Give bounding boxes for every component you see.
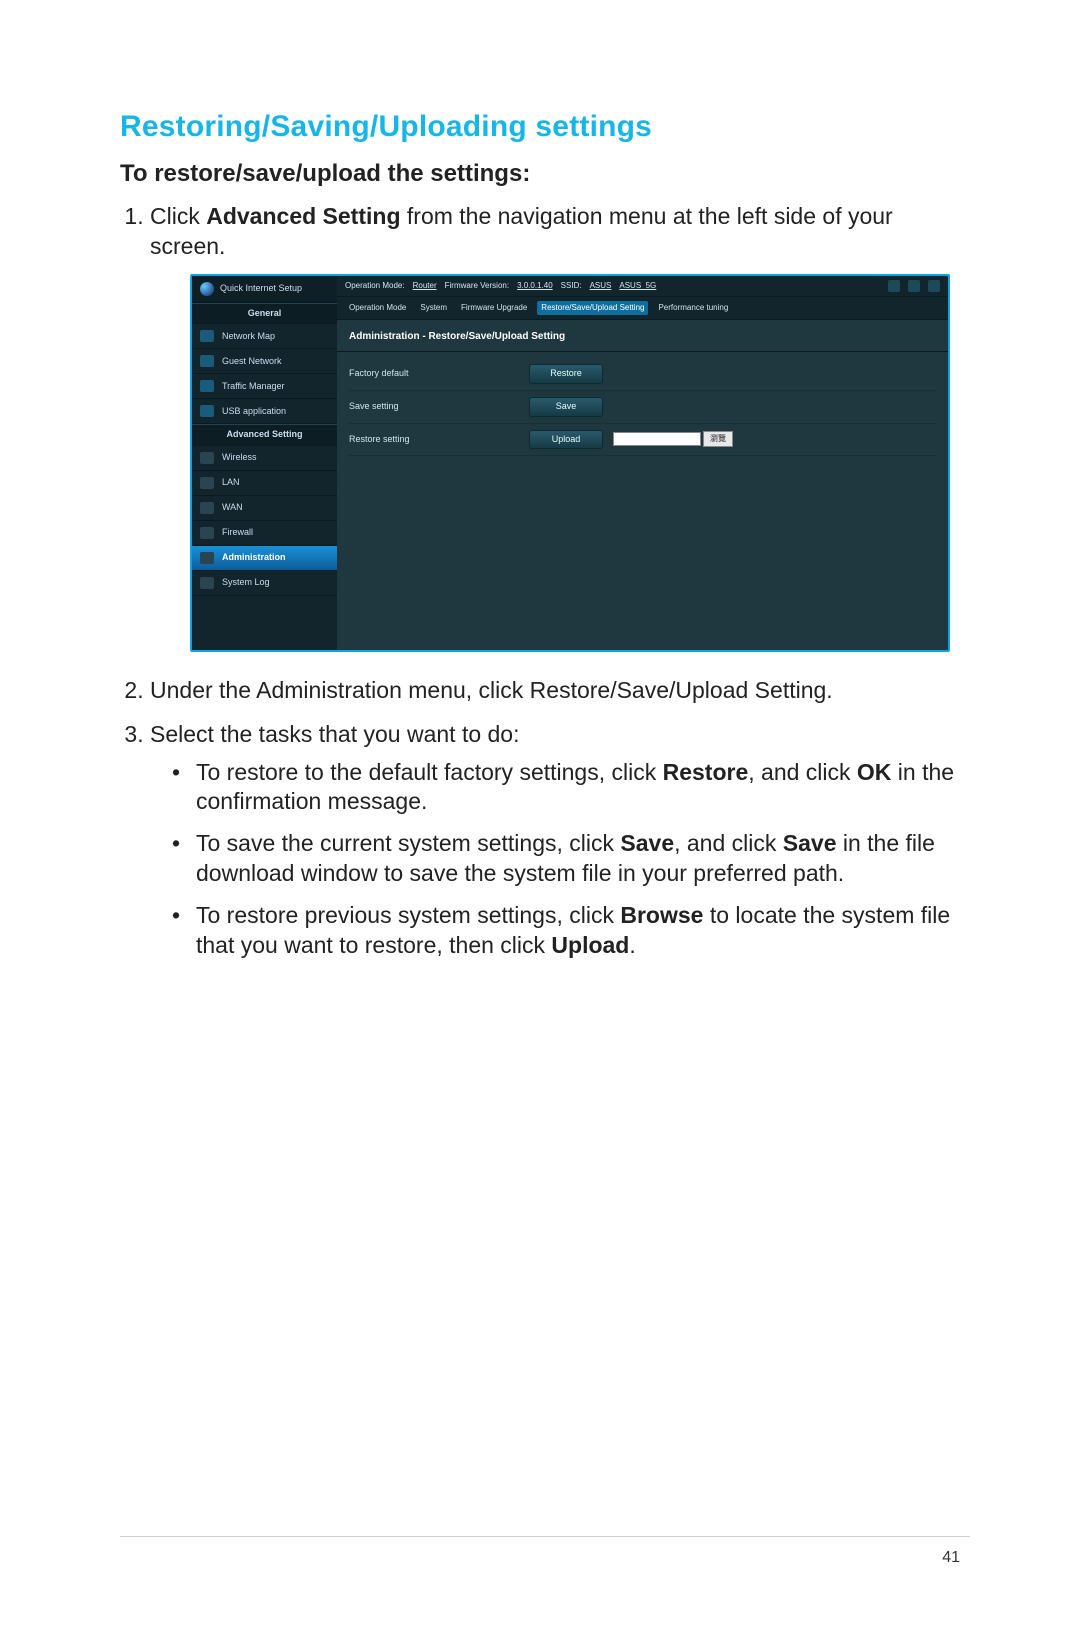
usb-icon [200, 405, 214, 417]
router-ui-screenshot: Quick Internet Setup General Network Map… [190, 274, 950, 652]
sidebar-item-wan[interactable]: WAN [192, 496, 337, 521]
tab-restore-save-upload[interactable]: Restore/Save/Upload Setting [537, 301, 648, 315]
main-panel: Operation Mode: Router Firmware Version:… [337, 276, 948, 650]
sidebar-item-traffic-manager[interactable]: Traffic Manager [192, 374, 337, 399]
ssid-value-2[interactable]: ASUS_5G [619, 281, 656, 291]
tab-operation-mode[interactable]: Operation Mode [345, 301, 410, 315]
file-input[interactable]: 瀏覽 [613, 431, 733, 447]
wrench-icon [200, 477, 214, 489]
language-icon[interactable] [928, 280, 940, 292]
sidebar-section-general: General [192, 303, 337, 325]
guest-icon [200, 355, 214, 367]
ssid-value-1[interactable]: ASUS [590, 281, 612, 291]
wrench-icon [200, 452, 214, 464]
sidebar-label: Network Map [222, 331, 275, 343]
sidebar-item-administration[interactable]: Administration [192, 546, 337, 571]
sidebar-item-guest-network[interactable]: Guest Network [192, 349, 337, 374]
step-3-text: Select the tasks that you want to do: [150, 721, 520, 747]
factory-default-label: Factory default [349, 368, 529, 380]
tab-performance-tuning[interactable]: Performance tuning [654, 301, 732, 315]
section-heading: Restoring/Saving/Uploading settings [120, 110, 970, 144]
sidebar-item-network-map[interactable]: Network Map [192, 324, 337, 349]
sidebar-label: LAN [222, 477, 240, 489]
save-button[interactable]: Save [529, 397, 603, 417]
sidebar: Quick Internet Setup General Network Map… [192, 276, 337, 650]
bullet-restore: To restore to the default factory settin… [172, 758, 970, 818]
sidebar-item-wireless[interactable]: Wireless [192, 446, 337, 471]
sidebar-label: Guest Network [222, 356, 282, 368]
sidebar-item-system-log[interactable]: System Log [192, 571, 337, 596]
wrench-icon [200, 577, 214, 589]
file-path-box[interactable] [613, 432, 701, 446]
page-number: 41 [942, 1549, 960, 1567]
sidebar-label: Administration [222, 552, 286, 564]
step-1: Click Advanced Setting from the navigati… [150, 202, 970, 652]
bullet-save: To save the current system settings, cli… [172, 829, 970, 889]
footer-rule [120, 1536, 970, 1537]
op-mode-label: Operation Mode: [345, 281, 405, 291]
sidebar-label: Traffic Manager [222, 381, 285, 393]
row-save-setting: Save setting Save [349, 391, 936, 424]
sidebar-label: USB application [222, 406, 286, 418]
save-setting-label: Save setting [349, 401, 529, 413]
restore-button[interactable]: Restore [529, 364, 603, 384]
sidebar-label: Wireless [222, 452, 257, 464]
wrench-icon [200, 502, 214, 514]
wrench-icon [200, 552, 214, 564]
row-restore-setting: Restore setting Upload 瀏覽 [349, 424, 936, 457]
quick-internet-setup[interactable]: Quick Internet Setup [192, 276, 337, 303]
section-subheading: To restore/save/upload the settings: [120, 160, 970, 188]
browse-button[interactable]: 瀏覽 [703, 431, 733, 447]
row-factory-default: Factory default Restore [349, 358, 936, 391]
logout-icon[interactable] [908, 280, 920, 292]
sidebar-item-firewall[interactable]: Firewall [192, 521, 337, 546]
bullet-upload: To restore previous system settings, cli… [172, 901, 970, 961]
step-1-bold: Advanced Setting [206, 203, 400, 229]
sidebar-label: WAN [222, 502, 243, 514]
step-2: Under the Administration menu, click Res… [150, 676, 970, 706]
qis-label: Quick Internet Setup [220, 283, 302, 295]
tab-firmware-upgrade[interactable]: Firmware Upgrade [457, 301, 531, 315]
sidebar-section-advanced: Advanced Setting [192, 424, 337, 446]
upload-button[interactable]: Upload [529, 430, 603, 450]
admin-tabs: Operation Mode System Firmware Upgrade R… [337, 297, 948, 320]
sidebar-item-usb-application[interactable]: USB application [192, 399, 337, 424]
panel-title: Administration - Restore/Save/Upload Set… [337, 320, 948, 352]
globe-icon [200, 282, 214, 296]
sidebar-label: Firewall [222, 527, 253, 539]
refresh-icon[interactable] [888, 280, 900, 292]
map-icon [200, 330, 214, 342]
sidebar-item-lan[interactable]: LAN [192, 471, 337, 496]
step-3: Select the tasks that you want to do: To… [150, 720, 970, 961]
sidebar-label: System Log [222, 577, 270, 589]
wrench-icon [200, 527, 214, 539]
restore-setting-label: Restore setting [349, 434, 529, 446]
tab-system[interactable]: System [416, 301, 451, 315]
top-info-bar: Operation Mode: Router Firmware Version:… [337, 276, 948, 297]
fw-value[interactable]: 3.0.0.1.40 [517, 281, 553, 291]
fw-label: Firmware Version: [445, 281, 509, 291]
op-mode-value[interactable]: Router [413, 281, 437, 291]
ssid-label: SSID: [561, 281, 582, 291]
step-1-text-a: Click [150, 203, 206, 229]
traffic-icon [200, 380, 214, 392]
